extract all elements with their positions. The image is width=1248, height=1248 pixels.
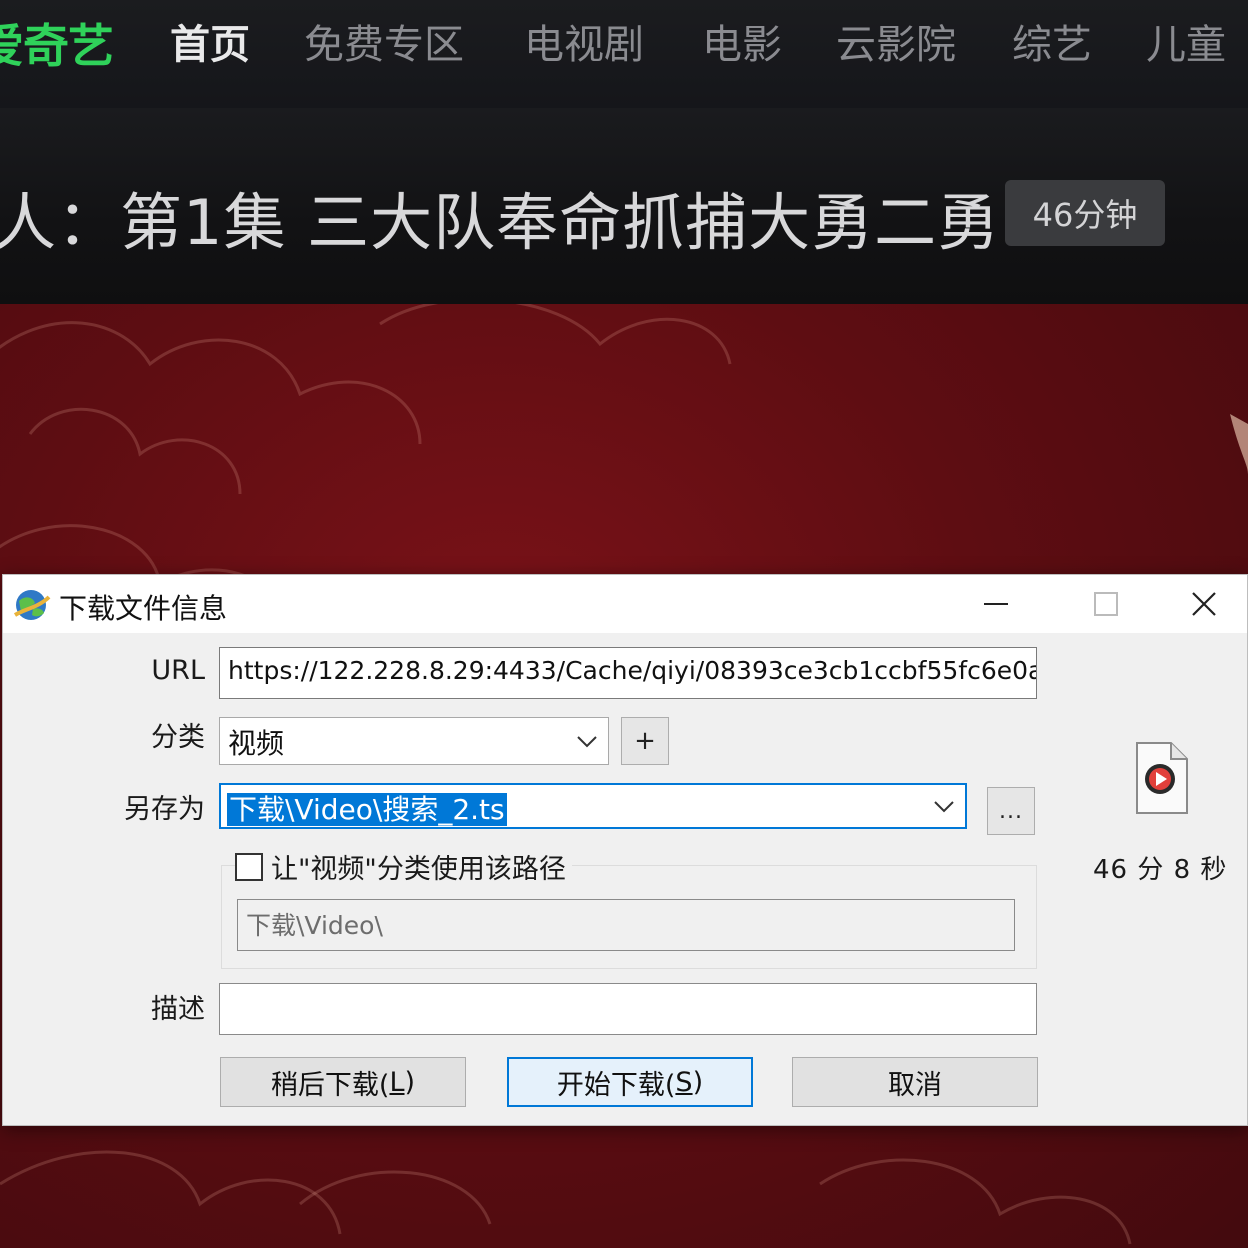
description-label: 描述 bbox=[151, 994, 205, 1025]
url-field[interactable]: https://122.228.8.29:4433/Cache/qiyi/083… bbox=[219, 647, 1037, 699]
add-category-button[interactable]: + bbox=[621, 717, 669, 765]
use-path-checkbox-label[interactable]: 让"视频"分类使用该路径 bbox=[271, 847, 566, 886]
chevron-down-icon bbox=[577, 736, 597, 748]
category-select[interactable]: 视频 bbox=[219, 717, 609, 765]
download-later-mnemonic: L bbox=[389, 1066, 405, 1098]
category-value: 视频 bbox=[228, 727, 285, 760]
save-as-value[interactable]: 下载\Video\搜索_2.ts bbox=[227, 793, 507, 826]
use-path-checkbox-row[interactable]: 让"视频"分类使用该路径 bbox=[235, 847, 572, 886]
globe-download-icon bbox=[13, 590, 51, 620]
browse-button[interactable]: ... bbox=[987, 787, 1035, 835]
description-field[interactable] bbox=[219, 983, 1037, 1035]
download-file-info-dialog: 下载文件信息 URL https://122.228.8.29:4433/Cac… bbox=[2, 574, 1248, 1126]
default-path-field: 下载\Video\ bbox=[237, 899, 1015, 951]
download-later-button[interactable]: 稍后下载(L) bbox=[220, 1057, 466, 1107]
dialog-title: 下载文件信息 bbox=[59, 592, 228, 625]
start-download-mnemonic: S bbox=[675, 1066, 693, 1098]
maximize-icon bbox=[1094, 592, 1118, 616]
site-logo[interactable]: 爱奇艺 bbox=[0, 10, 114, 76]
save-as-combobox[interactable]: 下载\Video\搜索_2.ts bbox=[219, 783, 967, 829]
nav-home[interactable]: 首页 bbox=[170, 12, 250, 70]
save-as-label: 另存为 bbox=[124, 794, 205, 825]
nav-free-zone[interactable]: 免费专区 bbox=[304, 12, 464, 70]
start-download-close-paren: ) bbox=[692, 1066, 704, 1098]
use-path-checkbox[interactable] bbox=[235, 852, 263, 881]
minimize-button[interactable] bbox=[941, 575, 1051, 633]
maximize-button[interactable] bbox=[1051, 575, 1161, 633]
chevron-down-icon bbox=[934, 801, 954, 813]
close-icon bbox=[1192, 592, 1216, 616]
close-button[interactable] bbox=[1161, 575, 1247, 633]
duration-badge: 46分钟 bbox=[1005, 180, 1165, 246]
nav-variety[interactable]: 综艺 bbox=[1012, 12, 1092, 70]
start-download-label: 开始下载( bbox=[556, 1069, 676, 1101]
video-file-icon bbox=[1136, 742, 1188, 814]
nav-kids[interactable]: 儿童 bbox=[1146, 12, 1226, 70]
download-later-label: 稍后下载( bbox=[270, 1069, 390, 1101]
episode-title: 人：第1集 三大队奉命抓捕大勇二勇 bbox=[0, 186, 1001, 259]
start-download-button[interactable]: 开始下载(S) bbox=[507, 1057, 753, 1107]
nav-cloud-cinema[interactable]: 云影院 bbox=[836, 12, 956, 70]
download-later-close-paren: ) bbox=[404, 1066, 416, 1098]
category-label: 分类 bbox=[151, 722, 205, 753]
estimated-time: 46 分 8 秒 bbox=[1093, 855, 1228, 885]
dialog-titlebar[interactable]: 下载文件信息 bbox=[3, 575, 1247, 633]
nav-movies[interactable]: 电影 bbox=[702, 12, 782, 70]
url-label: URL bbox=[151, 655, 205, 686]
site-top-nav: 爱奇艺 首页 免费专区 电视剧 电影 云影院 综艺 儿童 bbox=[0, 0, 1248, 108]
cancel-button[interactable]: 取消 bbox=[792, 1057, 1038, 1107]
minimize-icon bbox=[984, 603, 1008, 605]
nav-tv-series[interactable]: 电视剧 bbox=[524, 12, 644, 70]
